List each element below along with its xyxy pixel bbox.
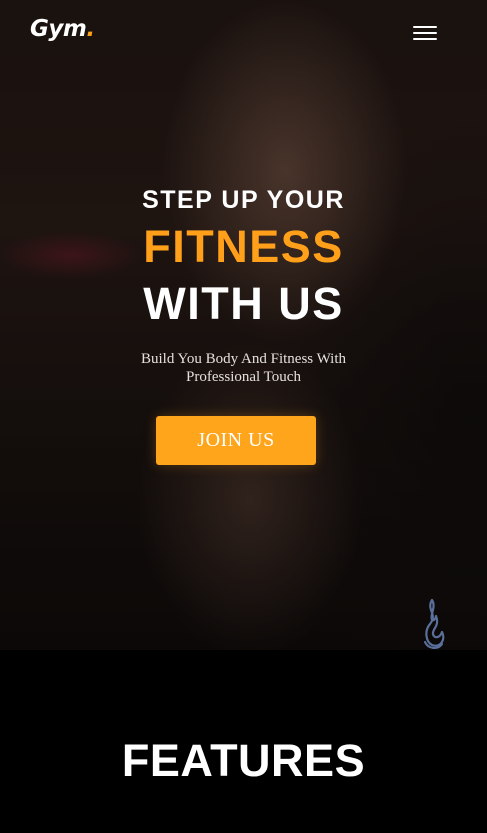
- hamburger-menu-icon[interactable]: [410, 22, 440, 44]
- logo-dot: .: [86, 16, 95, 42]
- logo-text: Gym: [30, 16, 87, 42]
- logo[interactable]: Gym.: [30, 16, 95, 48]
- page: Gym. STEP UP YOUR FITNESS WITH US Build …: [0, 0, 487, 833]
- hero-eyebrow: STEP UP YOUR: [142, 186, 345, 214]
- join-us-button[interactable]: JOIN US: [156, 416, 316, 465]
- hero-headline-main: WITH US: [143, 278, 344, 329]
- menu-bar: [413, 38, 437, 40]
- hero-section: Gym. STEP UP YOUR FITNESS WITH US Build …: [0, 0, 487, 650]
- menu-bar: [413, 32, 437, 34]
- hero-headline-accent: FITNESS: [143, 221, 344, 272]
- flame-logo-icon: [423, 598, 445, 649]
- menu-bar: [413, 26, 437, 28]
- features-section-title: FEATURES: [121, 735, 366, 786]
- hero-subtext: Build You Body And Fitness With Professi…: [140, 351, 346, 385]
- hero-content: STEP UP YOUR FITNESS WITH US Build You B…: [0, 184, 487, 386]
